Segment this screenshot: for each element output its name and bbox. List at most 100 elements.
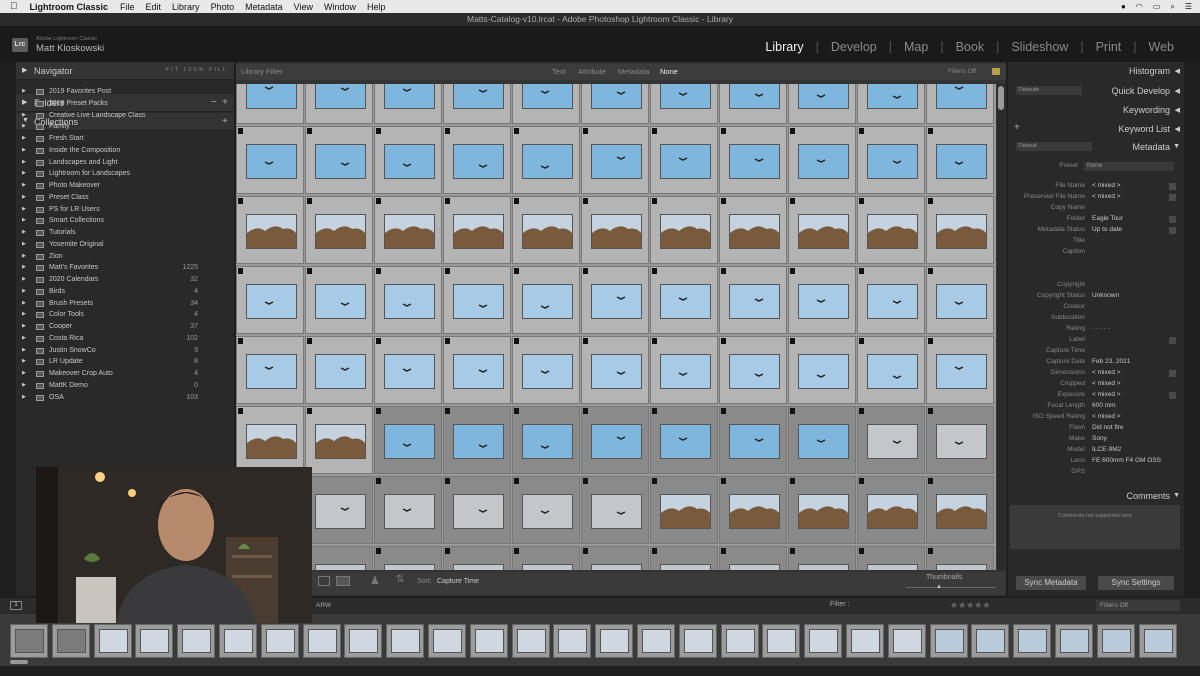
star-icon[interactable]: ★ xyxy=(982,600,990,610)
flag-icon[interactable] xyxy=(238,408,243,414)
collection-item[interactable]: ▶ PS for LR Users xyxy=(4,204,214,216)
thumbnail-image[interactable] xyxy=(936,84,987,109)
thumbnail-cell[interactable] xyxy=(788,126,856,194)
thumbnail-image[interactable] xyxy=(453,214,504,249)
search-icon[interactable]: ⌕ xyxy=(1170,2,1174,12)
display-1-button[interactable]: 1 xyxy=(10,601,22,610)
thumbnail-cell[interactable] xyxy=(581,406,649,474)
thumbnail-cell[interactable] xyxy=(581,546,649,570)
flag-icon[interactable] xyxy=(790,478,795,484)
filmstrip-thumbnail[interactable] xyxy=(971,624,1010,658)
module-slideshow[interactable]: Slideshow xyxy=(1011,40,1068,54)
thumbnail-image[interactable] xyxy=(384,144,435,179)
thumbnail-image[interactable] xyxy=(660,144,711,179)
module-book[interactable]: Book xyxy=(956,40,985,54)
thumbnail-image[interactable] xyxy=(315,424,366,459)
thumbnail-cell[interactable] xyxy=(788,196,856,264)
star-icon[interactable]: ★ xyxy=(950,600,958,610)
thumbnail-cell[interactable] xyxy=(512,336,580,404)
thumbnail-image[interactable] xyxy=(936,564,987,570)
filmstrip-thumbnail[interactable] xyxy=(846,624,884,658)
thumbnail-image[interactable] xyxy=(660,354,711,389)
thumbnail-cell[interactable] xyxy=(443,546,511,570)
thumbnail-cell[interactable] xyxy=(650,84,718,124)
thumbnail-image[interactable] xyxy=(453,84,504,109)
expand-triangle-icon[interactable]: ▶ xyxy=(22,157,26,169)
expand-triangle-icon[interactable]: ▶ xyxy=(22,356,26,368)
thumbnail-cell[interactable] xyxy=(926,266,994,334)
thumbnail-image[interactable] xyxy=(315,494,366,529)
thumbnail-image[interactable] xyxy=(936,284,987,319)
metadata-action-button[interactable] xyxy=(1169,370,1176,377)
thumbnail-image[interactable] xyxy=(936,144,987,179)
thumbnail-cell[interactable] xyxy=(719,126,787,194)
thumbnail-cell[interactable] xyxy=(236,196,304,264)
battery-icon[interactable]: ▭ xyxy=(1153,2,1161,11)
thumbnail-cell[interactable] xyxy=(374,84,442,124)
expand-triangle-icon[interactable]: ▶ xyxy=(22,121,26,133)
metadata-value[interactable]: < mixed > xyxy=(1092,380,1121,387)
thumbnail-image[interactable] xyxy=(522,354,573,389)
flag-icon[interactable] xyxy=(238,198,243,204)
thumbnail-cell[interactable] xyxy=(305,336,373,404)
thumbnail-image[interactable] xyxy=(798,144,849,179)
collection-item[interactable]: ▶ Landscapes and Light xyxy=(4,157,214,169)
thumbnail-cell[interactable] xyxy=(374,546,442,570)
filmstrip-filter-select[interactable]: Filters Off xyxy=(1096,600,1180,611)
filmstrip-thumbnail[interactable] xyxy=(135,624,174,658)
metadata-value[interactable]: < mixed > xyxy=(1092,182,1121,189)
thumbnail-cell[interactable] xyxy=(857,126,925,194)
thumbnail-cell[interactable] xyxy=(305,196,373,264)
collection-item[interactable]: ▶ Brush Presets 34 xyxy=(4,298,214,310)
thumbnail-image[interactable] xyxy=(729,564,780,570)
flag-icon[interactable] xyxy=(238,268,243,274)
thumbnail-cell[interactable] xyxy=(857,266,925,334)
collapse-triangle-icon[interactable]: ▶ xyxy=(22,66,27,74)
flag-icon[interactable] xyxy=(790,198,795,204)
expand-triangle-icon[interactable]: ▶ xyxy=(22,239,26,251)
thumbnail-cell[interactable] xyxy=(857,406,925,474)
thumbnail-image[interactable] xyxy=(798,84,849,109)
thumbnail-image[interactable] xyxy=(729,354,780,389)
filmstrip-thumbnail[interactable] xyxy=(762,624,801,658)
comments-header[interactable]: Comments ▼ xyxy=(1008,491,1184,501)
expand-triangle-icon[interactable]: ▶ xyxy=(22,309,26,321)
thumbnail-cell[interactable] xyxy=(719,406,787,474)
thumbnail-image[interactable] xyxy=(867,214,918,249)
thumbnail-image[interactable] xyxy=(660,214,711,249)
flag-icon[interactable] xyxy=(652,408,657,414)
filmstrip-thumbnail[interactable] xyxy=(51,624,90,658)
thumbnail-cell[interactable] xyxy=(443,476,511,544)
thumbnail-image[interactable] xyxy=(867,564,918,570)
flag-icon[interactable] xyxy=(376,198,381,204)
thumbnail-image[interactable] xyxy=(936,494,987,529)
flag-icon[interactable] xyxy=(583,408,588,414)
collection-item[interactable]: ▶ Makeover Crop Auto 4 xyxy=(4,368,214,380)
expand-triangle-icon[interactable]: ▶ xyxy=(22,86,26,98)
filmstrip-source[interactable]: ARW xyxy=(316,602,331,609)
menu-help[interactable]: Help xyxy=(367,2,386,12)
menu-library[interactable]: Library xyxy=(172,2,200,12)
collection-item[interactable]: ▶ Zion xyxy=(4,251,214,263)
thumbnail-image[interactable] xyxy=(522,494,573,529)
thumbnail-image[interactable] xyxy=(246,354,297,389)
metadata-value[interactable]: Sony xyxy=(1092,435,1107,442)
collection-item[interactable]: ▶ Family xyxy=(4,121,214,133)
collection-item[interactable]: ▶ 2019 Favorites Post xyxy=(4,86,214,98)
painter-icon[interactable]: ♟ xyxy=(370,574,380,587)
thumbnail-cell[interactable] xyxy=(305,406,373,474)
collection-item[interactable]: ▶ LR Update 8 xyxy=(4,356,214,368)
thumbnail-cell[interactable] xyxy=(512,266,580,334)
thumbnail-size-slider[interactable] xyxy=(906,587,996,588)
filmstrip-thumbnail[interactable] xyxy=(1096,624,1135,658)
flag-icon[interactable] xyxy=(928,128,933,134)
thumbnail-image[interactable] xyxy=(522,214,573,249)
expand-triangle-icon[interactable]: ▶ xyxy=(22,345,26,357)
thumbnail-image[interactable] xyxy=(315,84,366,109)
metadata-value[interactable]: < mixed > xyxy=(1092,391,1121,398)
thumbnail-image[interactable] xyxy=(522,424,573,459)
flag-icon[interactable] xyxy=(445,338,450,344)
flag-icon[interactable] xyxy=(790,128,795,134)
filmstrip-thumbnail[interactable] xyxy=(720,624,759,658)
flag-icon[interactable] xyxy=(583,478,588,484)
